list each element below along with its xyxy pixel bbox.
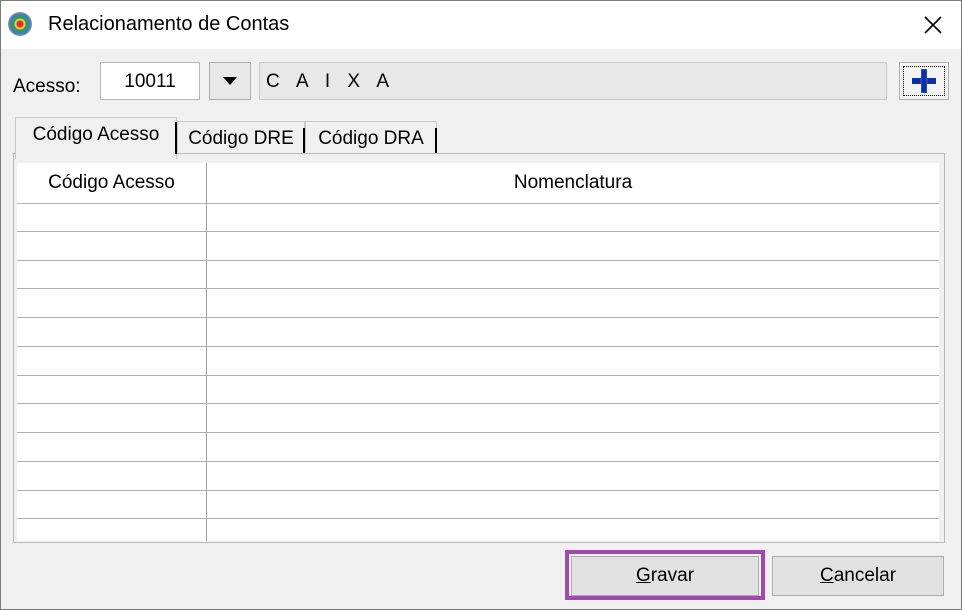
chevron-down-icon xyxy=(223,77,237,85)
table-row[interactable] xyxy=(17,460,939,462)
tab-label: Código DRA xyxy=(318,128,424,149)
table-row[interactable] xyxy=(17,230,939,232)
title-bar: Relacionamento de Contas xyxy=(1,1,961,49)
table-row[interactable] xyxy=(17,288,939,290)
dialog-window: Relacionamento de Contas Acesso: 10011 C… xyxy=(0,0,962,610)
tab-codigo-acesso[interactable]: Código Acesso xyxy=(15,117,177,159)
table-row[interactable] xyxy=(17,374,939,376)
table-row[interactable] xyxy=(17,317,939,318)
table-row[interactable] xyxy=(17,432,939,433)
plus-icon xyxy=(912,68,936,94)
table-row[interactable] xyxy=(17,518,939,520)
close-button[interactable] xyxy=(905,1,961,49)
accounts-grid[interactable]: Código Acesso Nomenclatura xyxy=(17,163,939,541)
close-icon xyxy=(924,16,942,34)
save-button[interactable]: Gravar xyxy=(571,556,759,596)
add-account-button[interactable] xyxy=(899,62,949,100)
table-row[interactable] xyxy=(17,403,939,405)
app-globe-icon xyxy=(9,13,31,35)
tab-divider xyxy=(435,128,437,154)
acesso-dropdown-button[interactable] xyxy=(209,62,251,100)
tab-label: Código DRE xyxy=(188,128,294,149)
window-title: Relacionamento de Contas xyxy=(48,13,290,35)
table-row[interactable] xyxy=(17,259,939,261)
save-mnemonic: G xyxy=(635,565,651,586)
acesso-label: Acesso: xyxy=(13,76,81,97)
tab-divider xyxy=(175,122,177,154)
column-divider xyxy=(206,163,207,541)
tab-label: Código Acesso xyxy=(32,124,160,145)
table-row[interactable] xyxy=(17,489,939,491)
cancel-button[interactable]: Cancelar xyxy=(772,556,944,596)
acesso-input[interactable]: 10011 xyxy=(100,62,200,100)
cancel-mnemonic: C xyxy=(819,565,834,586)
column-header-codigo-acesso[interactable]: Código Acesso xyxy=(17,163,206,203)
cancel-label: ancelar xyxy=(833,565,897,586)
account-name-field: C A I X A xyxy=(259,62,887,100)
save-label: ravar xyxy=(650,565,695,586)
table-row[interactable] xyxy=(17,345,939,347)
grid-header: Código Acesso Nomenclatura xyxy=(17,163,939,204)
column-header-nomenclatura[interactable]: Nomenclatura xyxy=(207,163,939,203)
add-button-focus xyxy=(903,66,945,96)
